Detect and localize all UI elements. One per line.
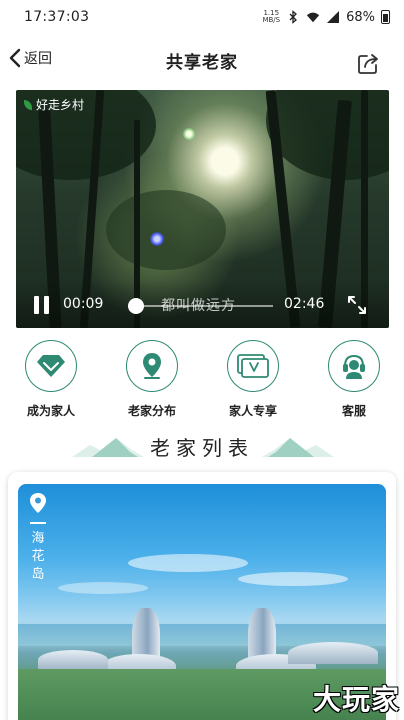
wifi-icon	[306, 12, 320, 23]
chevron-left-icon	[9, 48, 21, 68]
icon-circle	[126, 340, 178, 392]
location-pin-icon	[143, 353, 161, 379]
home-name-char: 岛	[31, 567, 45, 582]
quick-action-label: 客服	[341, 404, 366, 418]
battery-percent: 68%	[346, 9, 375, 25]
progress-knob[interactable]	[127, 298, 144, 314]
become-family-button[interactable]: 成为家人	[11, 340, 91, 419]
status-time: 17:37:03	[24, 9, 90, 25]
quick-action-label: 成为家人	[26, 404, 75, 418]
quick-actions: 成为家人 老家分布 家人专享 客服	[0, 340, 404, 420]
customer-service-icon	[343, 354, 365, 379]
home-name-tag: 海 花 岛	[26, 492, 50, 584]
location-pin-icon	[30, 493, 46, 513]
network-speed-unit: MB/S	[262, 16, 281, 24]
icon-circle	[25, 340, 77, 392]
tag-divider	[30, 522, 46, 524]
back-button[interactable]: 返回	[8, 48, 52, 68]
foliage	[106, 190, 226, 270]
video-controls: 00:09 都叫做远方 02:46	[16, 280, 389, 328]
lens-flare	[183, 128, 195, 140]
status-indicators: 1.15 MB/S 68%	[262, 10, 390, 25]
page-title: 共享老家	[166, 52, 238, 73]
share-icon[interactable]	[356, 50, 382, 76]
quick-action-label: 老家分布	[127, 404, 176, 418]
pause-icon	[34, 296, 39, 314]
network-speed: 1.15 MB/S	[262, 10, 280, 24]
foliage	[266, 90, 389, 180]
fullscreen-icon[interactable]	[346, 294, 368, 316]
section-header: 老家列表	[0, 424, 404, 468]
video-subtitle: 都叫做远方	[161, 298, 236, 314]
cloud	[238, 572, 348, 586]
video-watermark: 好走乡村	[24, 96, 84, 113]
pause-button[interactable]	[34, 296, 50, 314]
quick-action-label: 家人专享	[228, 404, 277, 418]
current-time: 00:09	[63, 296, 104, 312]
battery-icon	[381, 10, 390, 24]
gem-icon	[37, 355, 65, 377]
cloud	[128, 554, 248, 572]
status-bar: 17:37:03 1.15 MB/S 68%	[0, 0, 404, 34]
nav-bar: 返回 共享老家	[0, 40, 404, 80]
icon-circle	[227, 340, 279, 392]
customer-service-button[interactable]: 客服	[314, 340, 394, 419]
corner-watermark: 大玩家	[312, 683, 400, 716]
back-label: 返回	[24, 51, 52, 67]
pause-icon	[44, 296, 49, 314]
building	[288, 642, 378, 664]
cloud	[58, 582, 148, 594]
home-distribution-button[interactable]: 老家分布	[112, 340, 192, 419]
mountain-decoration-icon	[262, 438, 334, 457]
video-watermark-text: 好走乡村	[36, 98, 85, 112]
bluetooth-icon	[289, 10, 298, 24]
signal-icon	[327, 11, 340, 23]
home-name-char: 花	[31, 549, 45, 564]
total-time: 02:46	[284, 296, 325, 312]
vip-card-icon	[237, 354, 269, 378]
lens-flare	[150, 232, 164, 246]
home-name: 海 花 岛	[26, 530, 50, 584]
home-name-char: 海	[31, 531, 45, 546]
building	[38, 650, 108, 670]
leaf-icon	[24, 99, 32, 110]
section-title: 老家列表	[150, 436, 254, 460]
icon-circle	[328, 340, 380, 392]
family-exclusive-button[interactable]: 家人专享	[213, 340, 293, 419]
video-player[interactable]: 好走乡村 00:09 都叫做远方 02:46	[16, 90, 389, 328]
